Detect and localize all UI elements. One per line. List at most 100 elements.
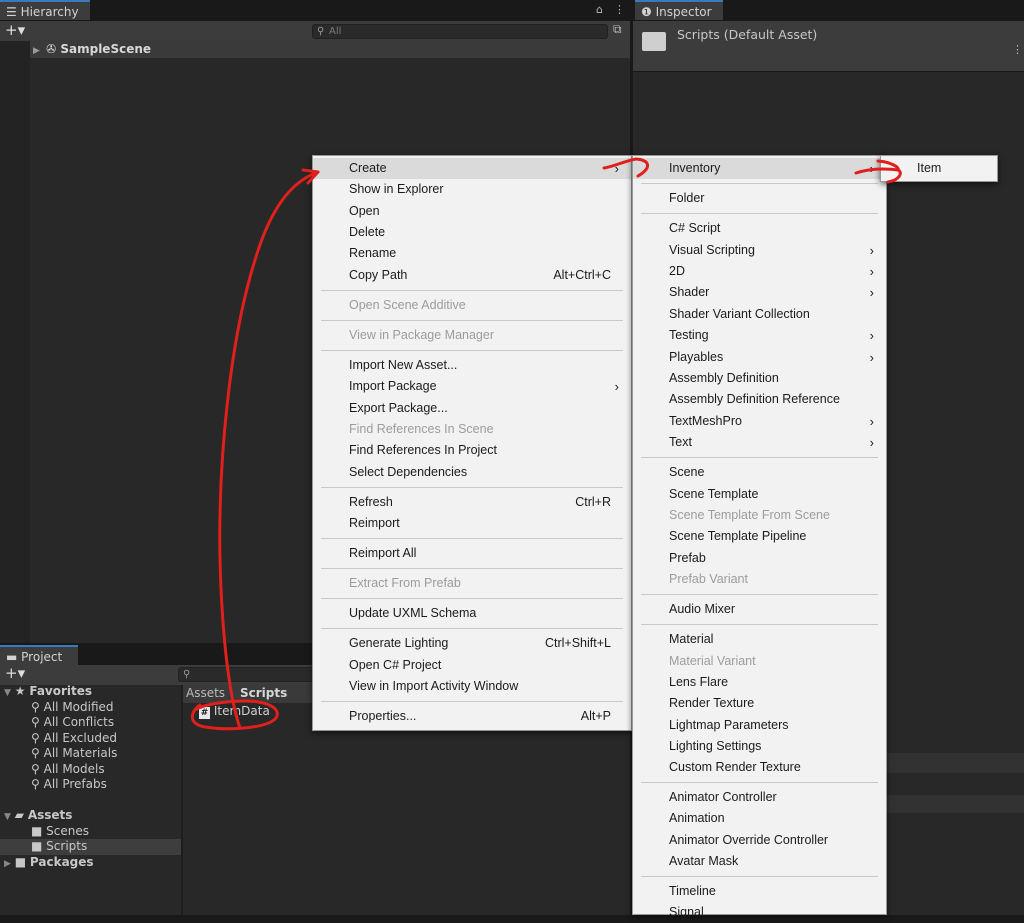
menu-item-material[interactable]: Material — [633, 629, 886, 650]
favorites-node[interactable]: ▼ ★ Favorites — [0, 684, 181, 700]
menu-item-lens-flare[interactable]: Lens Flare — [633, 672, 886, 693]
breadcrumb-assets[interactable]: Assets — [186, 686, 225, 700]
menu-item-view-import-activity[interactable]: View in Import Activity Window — [313, 676, 631, 697]
menu-label: Open C# Project — [349, 658, 442, 672]
add-icon[interactable]: +▾ — [5, 21, 25, 39]
lock-icon[interactable]: ⌂ — [596, 3, 603, 16]
tab-inspector[interactable]: ❶ Inspector — [635, 0, 723, 20]
menu-item-generate-lighting[interactable]: Generate Lighting Ctrl+Shift+L — [313, 633, 631, 654]
menu-item-reimport[interactable]: Reimport — [313, 513, 631, 534]
menu-item-scene[interactable]: Scene — [633, 462, 886, 483]
menu-item-refresh[interactable]: Refresh Ctrl+R — [313, 492, 631, 513]
menu-item-prefab[interactable]: Prefab — [633, 548, 886, 569]
menu-label: Inventory — [669, 161, 721, 175]
menu-item-properties[interactable]: Properties... Alt+P — [313, 706, 631, 727]
hierarchy-search-input[interactable]: ⚲ All — [312, 24, 608, 39]
shortcut-label: Ctrl+R — [575, 495, 611, 509]
menu-item-shader[interactable]: Shader › — [633, 282, 886, 303]
menu-label: Playables — [669, 350, 724, 364]
packages-node[interactable]: ▶ ■ Packages — [0, 855, 181, 871]
submenu-arrow-icon: › — [614, 161, 619, 176]
breadcrumb-scripts[interactable]: Scripts — [240, 686, 287, 700]
menu-item-scene-template[interactable]: Scene Template — [633, 484, 886, 505]
favorites-item[interactable]: ⚲ All Conflicts — [0, 715, 181, 731]
favorites-item-label: All Models — [43, 761, 105, 776]
menu-item-select-dependencies[interactable]: Select Dependencies — [313, 462, 631, 483]
menu-label: Lens Flare — [669, 675, 729, 689]
menu-item-render-texture[interactable]: Render Texture — [633, 693, 886, 714]
menu-item-assembly-definition-reference[interactable]: Assembly Definition Reference — [633, 389, 886, 410]
tab-project[interactable]: ▬ Project — [0, 645, 78, 665]
menu-item-animator-controller[interactable]: Animator Controller — [633, 787, 886, 808]
open-folder-icon: ▰ — [14, 808, 24, 822]
menu-item-show-in-explorer[interactable]: Show in Explorer — [313, 179, 631, 200]
favorites-item[interactable]: ⚲ All Models — [0, 762, 181, 778]
menu-item-rename[interactable]: Rename — [313, 243, 631, 264]
submenu-arrow-icon: › — [869, 414, 874, 429]
menu-item-reimport-all[interactable]: Reimport All — [313, 543, 631, 564]
menu-item-import-package[interactable]: Import Package › — [313, 376, 631, 397]
file-name: ItemData — [213, 704, 270, 718]
menu-item-scene-template-pipeline[interactable]: Scene Template Pipeline — [633, 526, 886, 547]
menu-item-folder[interactable]: Folder — [633, 188, 886, 209]
menu-item-text[interactable]: Text › — [633, 432, 886, 453]
menu-item-visual-scripting[interactable]: Visual Scripting › — [633, 240, 886, 261]
menu-item-playables[interactable]: Playables › — [633, 347, 886, 368]
assets-node[interactable]: ▼ ▰ Assets — [0, 808, 181, 824]
menu-item-assembly-definition[interactable]: Assembly Definition — [633, 368, 886, 389]
tab-project-label: Project — [21, 650, 63, 664]
scene-row[interactable]: ▶ ✇ SampleScene — [30, 40, 630, 58]
menu-label: Import New Asset... — [349, 358, 458, 372]
menu-item-export-package[interactable]: Export Package... — [313, 398, 631, 419]
packages-label: Packages — [29, 854, 94, 869]
assets-child-selected[interactable]: ■ Scripts — [0, 839, 181, 855]
menu-item-update-uxml[interactable]: Update UXML Schema — [313, 603, 631, 624]
favorites-item[interactable]: ⚲ All Prefabs — [0, 777, 181, 793]
menu-item-open[interactable]: Open — [313, 201, 631, 222]
menu-item-testing[interactable]: Testing › — [633, 325, 886, 346]
menu-item-find-refs-project[interactable]: Find References In Project — [313, 440, 631, 461]
project-search-input[interactable]: ⚲ — [178, 667, 318, 682]
menu-item-shader-variant-collection[interactable]: Shader Variant Collection — [633, 304, 886, 325]
menu-item-lighting-settings[interactable]: Lighting Settings — [633, 736, 886, 757]
favorites-item[interactable]: ⚲ All Excluded — [0, 731, 181, 747]
separator — [321, 568, 623, 569]
menu-item-custom-render-texture[interactable]: Custom Render Texture — [633, 757, 886, 778]
menu-item-csharp-script[interactable]: C# Script — [633, 218, 886, 239]
favorites-item[interactable]: ⚲ All Materials — [0, 746, 181, 762]
menu-item-textmeshpro[interactable]: TextMeshPro › — [633, 411, 886, 432]
tab-hierarchy[interactable]: ☰ Hierarchy — [0, 0, 90, 20]
menu-label: Find References In Project — [349, 443, 497, 457]
favorites-label: Favorites — [29, 684, 93, 698]
separator — [641, 183, 878, 184]
menu-item-copy-path[interactable]: Copy Path Alt+Ctrl+C — [313, 265, 631, 286]
menu-label: Prefab Variant — [669, 572, 748, 586]
menu-item-inventory[interactable]: Inventory › — [633, 158, 886, 179]
menu-label: Avatar Mask — [669, 854, 739, 868]
assets-child[interactable]: ■ Scenes — [0, 824, 181, 840]
expand-arrow-icon[interactable]: ▶ — [33, 46, 40, 56]
menu-item-animator-override-controller[interactable]: Animator Override Controller — [633, 830, 886, 851]
file-item[interactable]: # ItemData — [199, 704, 270, 720]
favorites-item[interactable]: ⚲ All Modified — [0, 700, 181, 716]
menu-item-delete[interactable]: Delete — [313, 222, 631, 243]
menu-item-2d[interactable]: 2D › — [633, 261, 886, 282]
menu-item-avatar-mask[interactable]: Avatar Mask — [633, 851, 886, 872]
menu-item-signal[interactable]: Signal — [633, 902, 886, 923]
inspector-kebab-icon[interactable]: ⋮ — [1012, 43, 1023, 56]
menu-item-import-new-asset[interactable]: Import New Asset... — [313, 355, 631, 376]
shortcut-label: Alt+Ctrl+C — [553, 268, 611, 282]
menu-item-timeline[interactable]: Timeline — [633, 881, 886, 902]
project-add-icon[interactable]: +▾ — [5, 664, 25, 682]
menu-item-lightmap-parameters[interactable]: Lightmap Parameters — [633, 715, 886, 736]
more-options-icon[interactable]: ⋮ — [614, 3, 625, 16]
menu-item-animation[interactable]: Animation — [633, 808, 886, 829]
search-options-icon[interactable]: ⧉ — [613, 22, 622, 37]
menu-item-open-csharp[interactable]: Open C# Project — [313, 655, 631, 676]
menu-item-create[interactable]: Create › — [313, 158, 631, 179]
favorites-item-label: All Materials — [43, 746, 118, 760]
menu-item-audio-mixer[interactable]: Audio Mixer — [633, 599, 886, 620]
menu-item-item[interactable]: Item — [881, 158, 997, 179]
unity-scene-icon: ✇ — [46, 42, 57, 56]
favorites-item-label: All Conflicts — [43, 715, 115, 729]
